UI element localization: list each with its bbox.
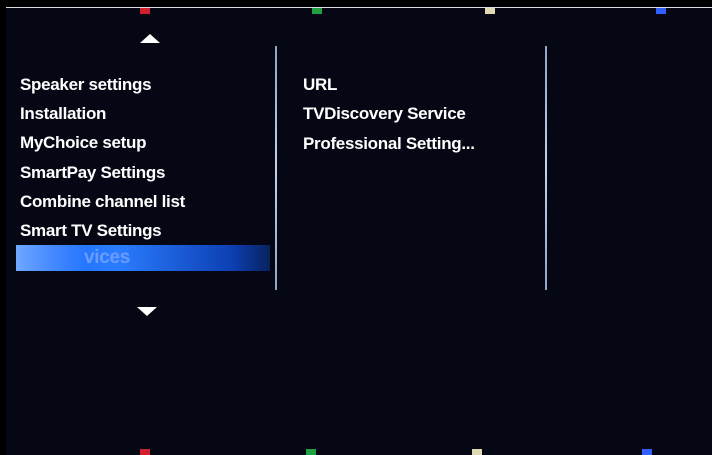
- column-divider: [545, 46, 547, 290]
- scroll-down-icon[interactable]: [137, 307, 157, 316]
- menu-item-installation[interactable]: Installation: [6, 99, 271, 128]
- submenu-item-url[interactable]: URL: [303, 70, 475, 99]
- yellow-key-indicator: [485, 8, 495, 14]
- services-submenu: URL TVDiscovery Service Professional Set…: [303, 70, 475, 158]
- red-key-indicator: [140, 449, 150, 455]
- settings-menu: Speaker settings Installation MyChoice s…: [6, 70, 271, 272]
- menu-item-smart-tv-settings[interactable]: Smart TV Settings: [6, 216, 271, 245]
- menu-item-smartpay-settings[interactable]: SmartPay Settings: [6, 158, 271, 187]
- tv-screen: Speaker settings Installation MyChoice s…: [6, 7, 712, 455]
- menu-item-label: vices: [84, 247, 131, 269]
- menu-item-mychoice-setup[interactable]: MyChoice setup: [6, 128, 271, 157]
- submenu-item-tvdiscovery-service[interactable]: TVDiscovery Service: [303, 99, 475, 128]
- yellow-key-indicator: [472, 449, 482, 455]
- column-divider: [275, 46, 277, 290]
- blue-key-indicator: [642, 449, 652, 455]
- green-key-indicator: [306, 449, 316, 455]
- menu-item-services-selected[interactable]: vices: [16, 245, 270, 272]
- menu-item-combine-channel-list[interactable]: Combine channel list: [6, 187, 271, 216]
- menu-item-speaker-settings[interactable]: Speaker settings: [6, 70, 271, 99]
- blue-key-indicator: [656, 8, 666, 14]
- red-key-indicator: [140, 8, 150, 14]
- scroll-up-icon[interactable]: [140, 34, 160, 43]
- submenu-item-professional-settings[interactable]: Professional Setting...: [303, 129, 475, 158]
- green-key-indicator: [312, 8, 322, 14]
